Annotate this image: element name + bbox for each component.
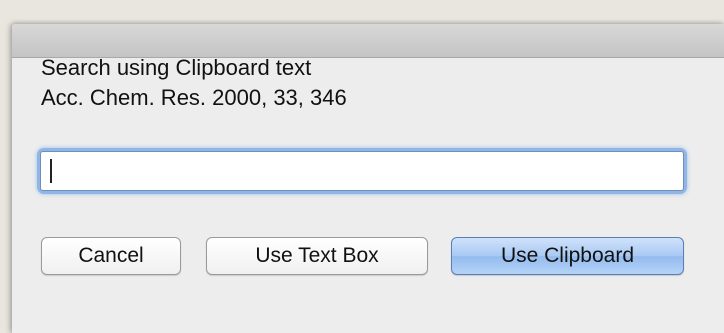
use-clipboard-button[interactable]: Use Clipboard [451,237,684,275]
search-text-field-wrapper [40,151,684,191]
message-line-1: Search using Clipboard text [41,55,312,80]
search-text-field[interactable] [40,151,684,191]
message-line-2: Acc. Chem. Res. 2000, 33, 346 [41,85,347,110]
text-caret [50,159,52,183]
use-text-box-button[interactable]: Use Text Box [206,237,428,275]
cancel-button[interactable]: Cancel [41,237,181,275]
dialog-message: Search using Clipboard text Acc. Chem. R… [41,53,347,113]
